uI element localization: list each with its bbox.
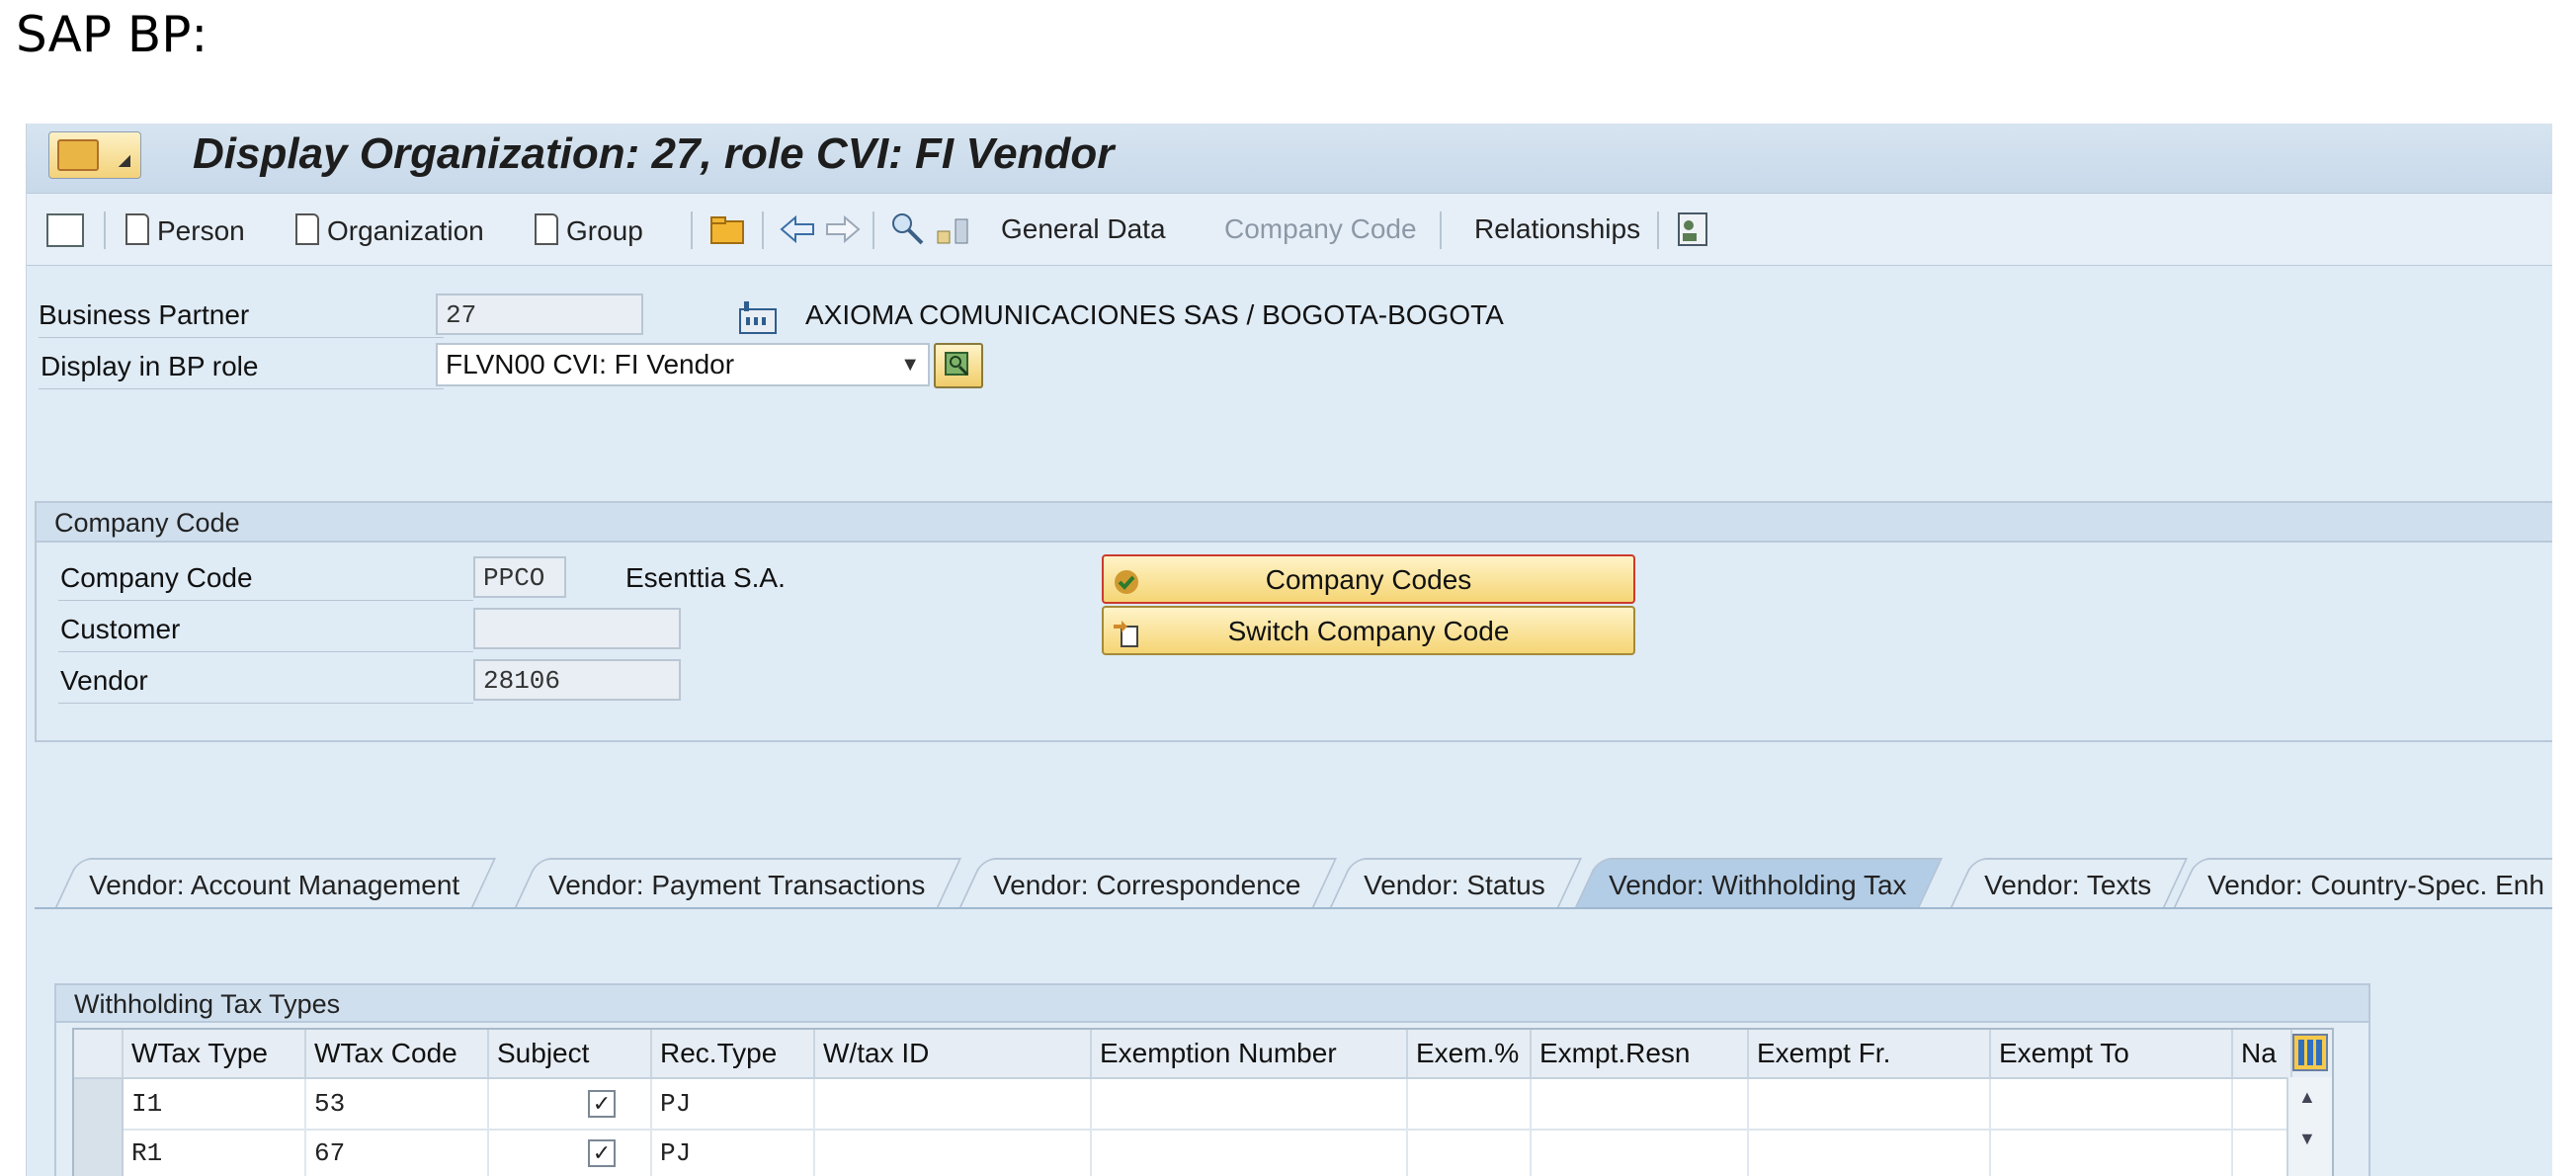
col-exemption-percent[interactable]: Exem.% [1408, 1030, 1532, 1077]
bp-number-field[interactable]: 27 [436, 294, 643, 335]
document-icon [295, 213, 319, 245]
subject-checkbox[interactable]: ✓ [588, 1139, 616, 1167]
hierarchy-icon[interactable] [934, 210, 973, 249]
tab-strip: Vendor: Account Management Vendor: Payme… [27, 850, 2552, 909]
vertical-scrollbar[interactable]: ▲ ▼ [2286, 1077, 2332, 1176]
customer-label: Customer [60, 614, 181, 644]
tab-texts[interactable]: Vendor: Texts [1949, 858, 2189, 909]
menu-icon [57, 139, 99, 171]
organization-button[interactable]: Organization [295, 213, 484, 247]
document-icon [535, 213, 558, 245]
application-toolbar: Person Organization Group General Data C… [27, 194, 2552, 266]
chevron-down-icon: ◢ [118, 152, 130, 169]
cell-wtax-type[interactable]: R1 [124, 1129, 306, 1176]
organization-label: Organization [327, 215, 484, 246]
subject-checkbox[interactable]: ✓ [588, 1090, 616, 1118]
cell-rec-type[interactable]: PJ [652, 1079, 815, 1129]
sap-window: ◢ Display Organization: 27, role CVI: FI… [26, 124, 2552, 1176]
col-na[interactable]: Na [2233, 1030, 2292, 1077]
tab-withholding-tax[interactable]: Vendor: Withholding Tax [1573, 858, 1944, 909]
company-code-group-title: Company Code [37, 503, 2552, 543]
scroll-down-icon[interactable]: ▼ [2298, 1129, 2316, 1149]
tab-payment-transactions[interactable]: Vendor: Payment Transactions [513, 858, 962, 909]
table-header: WTax Type WTax Code Subject Rec.Type W/t… [74, 1030, 2332, 1079]
tab-account-management[interactable]: Vendor: Account Management [53, 858, 497, 909]
col-exempt-to[interactable]: Exempt To [1991, 1030, 2233, 1077]
person-button[interactable]: Person [125, 213, 245, 247]
column-settings-icon[interactable] [2292, 1034, 2328, 1071]
check-icon [1112, 564, 1141, 594]
company-codes-button[interactable]: Company Codes [1102, 554, 1635, 604]
table-row[interactable]: I1 53 ✓ PJ [74, 1079, 2332, 1131]
company-code-button[interactable]: Company Code [1224, 213, 1417, 245]
cell-rec-type[interactable]: PJ [652, 1129, 815, 1176]
cell-wtax-type[interactable]: I1 [124, 1079, 306, 1129]
relationships-button[interactable]: Relationships [1474, 213, 1640, 245]
row-selector[interactable] [74, 1129, 124, 1176]
cc-label: Company Code [60, 562, 253, 593]
vendor-field[interactable]: 28106 [473, 659, 681, 701]
chevron-down-icon: ▼ [900, 354, 920, 376]
document-icon [125, 213, 149, 245]
cell-wtax-code[interactable]: 67 [306, 1129, 489, 1176]
company-code-group: Company Code Company Code PPCO Esenttia … [35, 501, 2552, 742]
role-label: Display in BP role [41, 351, 259, 381]
switch-company-code-button[interactable]: Switch Company Code [1102, 606, 1635, 655]
col-rec-type[interactable]: Rec.Type [652, 1030, 815, 1077]
col-wtax-id[interactable]: W/tax ID [815, 1030, 1092, 1077]
switch-icon [1112, 616, 1141, 647]
table-row[interactable]: R1 67 ✓ PJ [74, 1129, 2332, 1176]
select-all-cell[interactable] [74, 1030, 124, 1077]
col-exempt-from[interactable]: Exempt Fr. [1749, 1030, 1991, 1077]
withholding-tax-title: Withholding Tax Types [56, 985, 2368, 1023]
company-codes-label: Company Codes [1265, 564, 1472, 595]
bp-description: AXIOMA COMUNICACIONES SAS / BOGOTA-BOGOT… [805, 299, 1504, 330]
col-exemption-number[interactable]: Exemption Number [1092, 1030, 1408, 1077]
forward-arrow-icon[interactable] [823, 210, 863, 249]
caption: SAP BP: [16, 6, 208, 63]
bp-role-select[interactable]: FLVN00 CVI: FI Vendor ▼ [436, 343, 930, 386]
open-folder-icon[interactable] [708, 210, 748, 249]
withholding-tax-table: WTax Type WTax Code Subject Rec.Type W/t… [72, 1028, 2334, 1176]
organization-icon [738, 297, 778, 337]
general-data-button[interactable]: General Data [1001, 213, 1166, 245]
col-subject[interactable]: Subject [489, 1030, 652, 1077]
row-selector[interactable] [74, 1079, 124, 1129]
system-menu-button[interactable]: ◢ [48, 131, 141, 179]
scroll-up-icon[interactable]: ▲ [2298, 1087, 2316, 1108]
cell-wtax-code[interactable]: 53 [306, 1079, 489, 1129]
company-name: Esenttia S.A. [625, 562, 786, 593]
toggle-screen-icon[interactable] [46, 213, 84, 247]
col-wtax-code[interactable]: WTax Code [306, 1030, 489, 1077]
tab-country-specific[interactable]: Vendor: Country-Spec. Enh [2172, 858, 2552, 909]
window-title: Display Organization: 27, role CVI: FI V… [193, 129, 1115, 178]
tab-status[interactable]: Vendor: Status [1328, 858, 1582, 909]
where-used-icon[interactable] [888, 210, 928, 249]
group-button[interactable]: Group [535, 213, 643, 247]
col-wtax-type[interactable]: WTax Type [124, 1030, 306, 1077]
group-label: Group [566, 215, 643, 246]
person-label: Person [157, 215, 245, 246]
switch-company-code-label: Switch Company Code [1227, 616, 1510, 646]
back-arrow-icon[interactable] [778, 210, 817, 249]
title-bar: ◢ Display Organization: 27, role CVI: FI… [27, 124, 2552, 194]
customer-field[interactable] [473, 608, 681, 649]
vendor-label: Vendor [60, 665, 148, 696]
company-code-field[interactable]: PPCO [473, 556, 566, 598]
col-exemption-reason[interactable]: Exmpt.Resn [1532, 1030, 1749, 1077]
bp-role-value: FLVN00 CVI: FI Vendor [446, 349, 735, 379]
tab-correspondence[interactable]: Vendor: Correspondence [957, 858, 1338, 909]
person-details-icon[interactable] [1673, 210, 1712, 249]
switch-role-button[interactable] [934, 343, 983, 388]
bp-label: Business Partner [39, 299, 250, 330]
